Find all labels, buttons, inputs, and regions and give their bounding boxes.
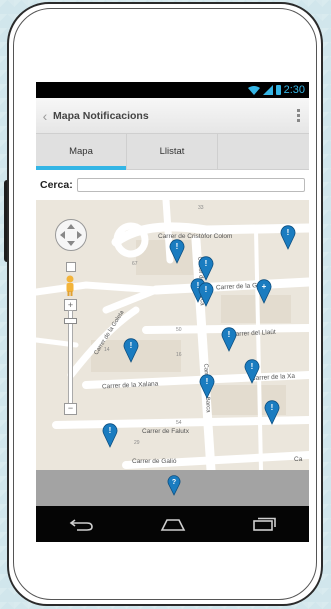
- zoom-slider-track[interactable]: [68, 310, 73, 404]
- notification-pin-icon[interactable]: !: [244, 358, 260, 384]
- question-pin-icon[interactable]: ?: [167, 474, 181, 496]
- notification-pin-icon[interactable]: !: [280, 224, 296, 250]
- recent-apps-button[interactable]: [251, 517, 277, 531]
- house-number: 50: [176, 327, 182, 333]
- zoom-level-square[interactable]: [66, 262, 76, 272]
- tab-mapa[interactable]: Mapa: [36, 134, 127, 170]
- svg-text:!: !: [271, 403, 274, 412]
- svg-text:!: !: [287, 228, 290, 237]
- notification-pin-icon[interactable]: !: [123, 337, 139, 363]
- status-bar: 2:30: [36, 82, 309, 98]
- svg-text:!: !: [205, 285, 208, 294]
- app-title: Mapa Notificacions: [53, 109, 149, 122]
- tab-bar: Mapa Llistat: [36, 134, 309, 170]
- battery-icon: [275, 85, 281, 95]
- home-button[interactable]: [160, 517, 186, 531]
- house-number: 16: [176, 352, 182, 358]
- svg-text:?: ?: [172, 479, 176, 486]
- tab-label: Mapa: [69, 146, 93, 157]
- recent-apps-icon: [252, 517, 276, 531]
- pan-control-icon[interactable]: [54, 218, 88, 252]
- wifi-icon: [247, 85, 260, 95]
- bottom-bar: ?: [36, 470, 309, 506]
- svg-text:!: !: [205, 259, 208, 268]
- svg-text:!: !: [251, 362, 254, 371]
- svg-text:!: !: [109, 426, 112, 435]
- status-time: 2:30: [283, 84, 305, 96]
- house-number: 54: [176, 420, 182, 426]
- street-label: Carrer de Falutx: [142, 428, 189, 435]
- search-input[interactable]: [76, 178, 305, 192]
- house-number: 29: [134, 440, 140, 446]
- notification-pin-icon[interactable]: !: [221, 326, 237, 352]
- notification-pin-icon[interactable]: !: [198, 281, 214, 307]
- search-label: Cerca:: [40, 179, 73, 191]
- house-number: 33: [198, 205, 204, 211]
- street-label: Ca: [294, 456, 303, 463]
- zoom-out-button[interactable]: −: [64, 403, 77, 415]
- svg-text:+: +: [262, 282, 267, 291]
- notification-pin-icon[interactable]: !: [169, 238, 185, 264]
- svg-text:!: !: [176, 242, 179, 251]
- svg-text:!: !: [228, 330, 231, 339]
- street-view-pegman-icon[interactable]: [64, 275, 76, 297]
- house-number: 67: [132, 261, 138, 267]
- system-nav-bar: [36, 506, 309, 542]
- tab-label: Llistat: [159, 146, 185, 157]
- notification-pin-icon[interactable]: !: [264, 399, 280, 425]
- phone-screen: 2:30 ‹ Mapa Notificacions Mapa Llistat C…: [36, 82, 309, 542]
- overflow-menu-icon[interactable]: [291, 109, 305, 122]
- notification-pin-icon[interactable]: !: [199, 373, 215, 399]
- signal-icon: [262, 85, 273, 95]
- notification-pin-icon[interactable]: !: [102, 422, 118, 448]
- map-view[interactable]: Carrer de Cristòfor Colom Carrer de la G…: [36, 200, 309, 470]
- back-button[interactable]: [69, 517, 95, 531]
- zoom-slider-thumb[interactable]: [64, 318, 77, 324]
- street-label: Carrer de Galió: [132, 458, 177, 465]
- action-bar: ‹ Mapa Notificacions: [36, 98, 309, 134]
- back-chevron-icon[interactable]: ‹: [37, 108, 53, 124]
- house-number: 14: [104, 347, 110, 353]
- back-arrow-icon: [69, 519, 93, 531]
- notification-pin-icon[interactable]: +: [256, 278, 272, 304]
- home-icon: [160, 519, 185, 531]
- search-row: Cerca:: [36, 170, 309, 200]
- svg-text:!: !: [206, 377, 209, 386]
- svg-text:!: !: [130, 341, 133, 350]
- tab-llistat[interactable]: Llistat: [127, 134, 218, 169]
